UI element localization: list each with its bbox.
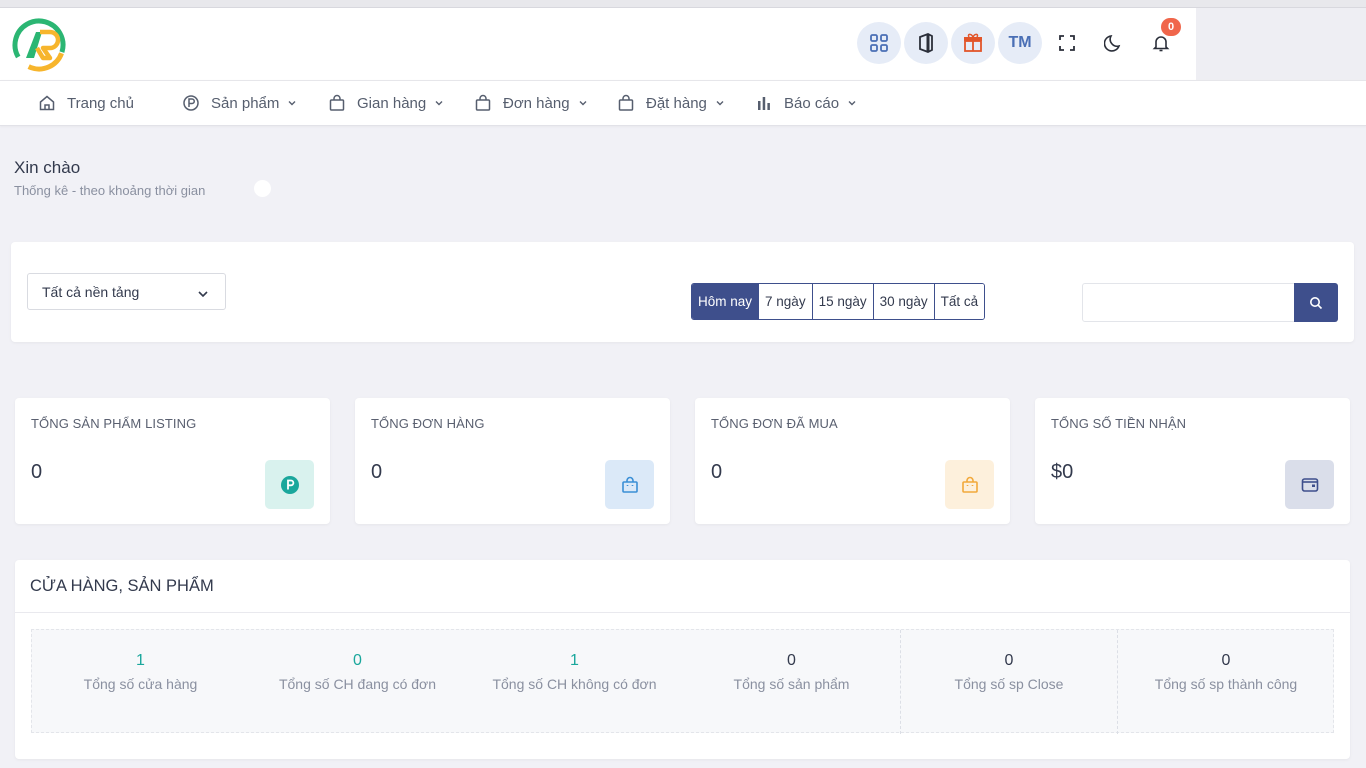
chevron-down-icon [434,98,444,108]
bag-icon [605,460,654,509]
nav-item-reports[interactable]: Báo cáo [755,93,857,113]
nav-item-label: Đặt hàng [646,94,707,112]
apps-grid-button[interactable] [857,22,901,64]
bag-icon [945,460,994,509]
notification-badge: 0 [1161,18,1181,36]
chevron-down-icon [197,287,209,303]
nav-item-stalls[interactable]: Gian hàng [328,93,444,113]
metric-value: 0 [1221,652,1231,669]
nav-item-label: Gian hàng [357,94,427,112]
greeting-title: Xin chào [14,158,81,177]
stat-label: TỔNG SỐ TIỀN NHẬN [1051,416,1187,431]
metric-value: 0 [1004,652,1014,669]
metric-label: Tổng số sp thành công [1154,676,1298,692]
panel-title: CỬA HÀNG, SẢN PHẨM [30,577,214,595]
date-range-tabs: Hôm nay 7 ngày 15 ngày 30 ngày Tất cả [691,283,986,320]
bar-chart-icon [755,94,773,112]
bag-icon [328,94,346,112]
moon-icon [1104,35,1121,52]
metric-value: 0 [787,652,796,669]
product-p-icon [265,460,314,509]
stat-card-listing: TỔNG SẢN PHẨM LISTING 0 [15,398,330,524]
metric-label: Tổng số sản phẩm [733,676,850,692]
notifications-button[interactable]: 0 [1139,18,1183,64]
search-icon [1310,296,1323,309]
metric-label: Tổng số cửa hàng [83,676,198,692]
office-icon [919,33,933,53]
platform-select-value: Tất cả nền tảng [42,284,140,300]
greeting-subtitle: Thống kê - theo khoảng thời gian [14,183,206,198]
user-avatar[interactable]: TM [998,22,1042,64]
metric-value: 1 [570,652,579,669]
stat-value: $0 [1051,461,1074,483]
tab-15-days[interactable]: 15 ngày [812,284,874,319]
metric-total-stores: 1 Tổng số cửa hàng [32,630,249,734]
search-input[interactable] [1082,283,1295,322]
chevron-down-icon [715,98,725,108]
apps-grid-icon [870,34,888,52]
chevron-down-icon [847,98,857,108]
tab-all[interactable]: Tất cả [934,284,985,319]
fullscreen-icon [1059,35,1075,51]
stat-card-orders: TỔNG ĐƠN HÀNG 0 [355,398,670,524]
metric-value: 0 [353,652,362,669]
nav-item-label: Báo cáo [784,94,840,112]
stat-value: 0 [711,461,723,483]
header-right-spacer [1196,8,1366,80]
chevron-down-icon [578,98,588,108]
metric-stores-without-orders: 1 Tổng số CH không có đơn [466,630,683,734]
nav-item-products[interactable]: Sản phẩm [182,93,297,113]
metric-total-products: 0 Tổng số sản phẩm [683,630,900,734]
wallet-icon [1285,460,1334,509]
metrics-grid: 1 Tổng số cửa hàng 0 Tổng số CH đang có … [31,629,1334,734]
metric-label: Tổng số sp Close [954,676,1064,692]
bag-icon [617,94,635,112]
filter-card: Tất cả nền tảng Hôm nay 7 ngày 15 ngày 3… [11,242,1354,342]
stat-label: TỔNG ĐƠN HÀNG [371,416,485,431]
tab-today[interactable]: Hôm nay [692,284,760,319]
nav-item-orders[interactable]: Đơn hàng [474,93,588,113]
stores-products-panel: CỬA HÀNG, SẢN PHẨM 1 Tổng số cửa hàng 0 … [15,560,1350,759]
fullscreen-button[interactable] [1045,22,1089,64]
stat-card-purchased: TỔNG ĐƠN ĐÃ MUA 0 [695,398,1010,524]
divider [15,612,1350,613]
platform-select[interactable]: Tất cả nền tảng [27,273,226,310]
nav-item-label: Trang chủ [67,94,134,112]
metric-label: Tổng số CH đang có đơn [278,676,437,692]
tab-7-days[interactable]: 7 ngày [759,284,813,319]
bag-icon [474,94,492,112]
store-icon [964,33,982,52]
stat-value: 0 [371,461,383,483]
stat-card-revenue: TỔNG SỐ TIỀN NHẬN $0 [1035,398,1350,524]
metric-label: Tổng số CH không có đơn [492,676,657,692]
browser-top-strip [0,0,1366,8]
metric-stores-with-orders: 0 Tổng số CH đang có đơn [249,630,466,734]
bell-icon [1152,36,1170,52]
nav-item-home[interactable]: Trang chủ [38,93,134,113]
nav-item-label: Đơn hàng [503,94,570,112]
metric-products-success: 0 Tổng số sp thành công [1117,630,1334,734]
main-nav: Trang chủ Sản phẩm Gian hàng Đơn hàng Đặ… [0,80,1366,126]
loading-indicator [254,180,271,197]
nav-item-label: Sản phẩm [211,94,280,112]
theme-toggle-button[interactable] [1092,22,1136,64]
chevron-down-icon [287,98,297,108]
home-icon [38,94,56,112]
stat-label: TỔNG ĐƠN ĐÃ MUA [711,416,838,431]
stat-label: TỔNG SẢN PHẨM LISTING [31,416,197,431]
product-p-icon [182,94,200,112]
tab-30-days[interactable]: 30 ngày [873,284,935,319]
stat-value: 0 [31,461,43,483]
search-button[interactable] [1294,283,1338,322]
top-header: TM 0 [0,8,1196,80]
nav-item-purchase[interactable]: Đặt hàng [617,93,725,113]
brand-logo[interactable] [12,18,66,72]
metric-value: 1 [136,652,145,669]
store-button[interactable] [951,22,995,64]
metric-products-closed: 0 Tổng số sp Close [900,630,1117,734]
office-button[interactable] [904,22,948,64]
